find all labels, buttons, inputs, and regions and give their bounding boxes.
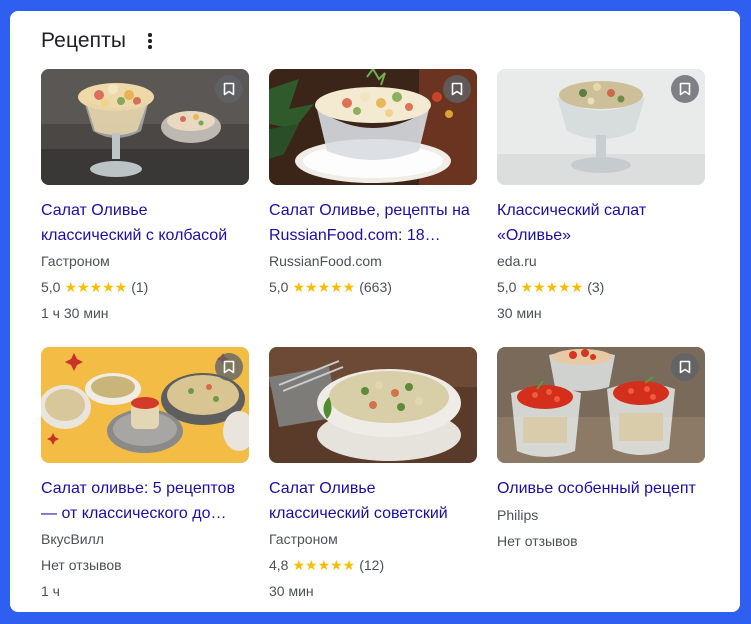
recipe-card[interactable]: Салат Оливье классический советский Гаст… — [269, 347, 477, 601]
more-vert-icon[interactable] — [142, 31, 158, 51]
recipe-title-link[interactable]: Классический салат «Оливье» — [497, 199, 705, 248]
rating-stars: ★★★★★ — [520, 279, 584, 295]
recipe-image[interactable] — [41, 69, 249, 185]
recipe-image[interactable] — [41, 347, 249, 463]
recipe-image[interactable] — [497, 347, 705, 463]
rating-value: 4,8 — [269, 557, 289, 573]
no-reviews-label: Нет отзывов — [497, 532, 578, 549]
cook-time: 1 ч — [41, 583, 60, 599]
recipe-source: Гастроном — [41, 253, 110, 269]
review-count: (3) — [587, 279, 605, 295]
rating-stars: ★★★★★ — [292, 557, 356, 573]
recipe-title-link[interactable]: Салат Оливье классический советский — [269, 477, 477, 526]
recipe-rating: 5,0 ★★★★★ (3) — [497, 277, 705, 297]
cook-time: 30 мин — [269, 583, 314, 599]
recipes-panel: Рецепты Салат Оливье классический с колб… — [10, 11, 740, 612]
cook-time: 30 мин — [497, 305, 542, 321]
no-reviews-label: Нет отзывов — [41, 557, 122, 573]
recipe-source: ВкусВилл — [41, 531, 104, 547]
bookmark-icon[interactable] — [671, 353, 699, 381]
recipe-source: Philips — [497, 506, 539, 523]
recipe-source: eda.ru — [497, 253, 537, 269]
recipe-card[interactable]: Классический салат «Оливье» eda.ru 5,0 ★… — [497, 69, 705, 323]
cook-time: 1 ч 30 мин — [41, 305, 109, 321]
recipe-title-link[interactable]: Салат оливье: 5 рецептов — от классическ… — [41, 477, 249, 526]
recipe-card[interactable]: Салат Оливье, рецепты на RussianFood.com… — [269, 69, 477, 297]
rating-value: 5,0 — [41, 279, 61, 295]
recipe-rating: 5,0 ★★★★★ (1) — [41, 277, 249, 297]
recipe-rating: 4,8 ★★★★★ (12) — [269, 555, 477, 575]
recipes-header: Рецепты — [41, 29, 158, 53]
section-title: Рецепты — [41, 29, 127, 52]
rating-stars: ★★★★★ — [64, 279, 128, 295]
recipe-card[interactable]: Оливье особенный рецепт Philips Нет отзы… — [497, 347, 705, 551]
review-count: (1) — [131, 279, 149, 295]
rating-value: 5,0 — [497, 279, 517, 295]
recipe-card[interactable]: Салат оливье: 5 рецептов — от классическ… — [41, 347, 249, 601]
bookmark-icon[interactable] — [671, 75, 699, 103]
recipe-title-link[interactable]: Оливье особенный рецепт — [497, 477, 705, 502]
recipe-title-link[interactable]: Салат Оливье классический с колбасой — [41, 199, 249, 248]
review-count: (12) — [359, 557, 385, 573]
bookmark-icon[interactable] — [215, 75, 243, 103]
rating-stars: ★★★★★ — [292, 279, 356, 295]
recipe-rating: 5,0 ★★★★★ (663) — [269, 277, 477, 297]
recipe-image[interactable] — [269, 69, 477, 185]
review-count: (663) — [359, 279, 392, 295]
recipe-image[interactable] — [497, 69, 705, 185]
recipe-card[interactable]: Салат Оливье классический с колбасой Гас… — [41, 69, 249, 323]
recipe-source: RussianFood.com — [269, 253, 382, 269]
bookmark-icon[interactable] — [215, 353, 243, 381]
recipe-source: Гастроном — [269, 531, 338, 547]
recipe-title-link[interactable]: Салат Оливье, рецепты на RussianFood.com… — [269, 199, 477, 248]
rating-value: 5,0 — [269, 279, 289, 295]
recipe-image[interactable] — [269, 347, 477, 463]
bookmark-icon[interactable] — [443, 75, 471, 103]
